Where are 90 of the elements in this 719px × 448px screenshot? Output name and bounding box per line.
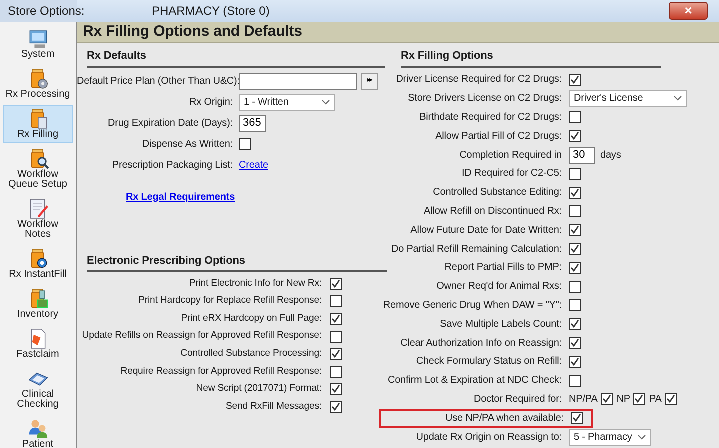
checkbox[interactable] (569, 318, 581, 330)
checkbox-label: Allow Future Date for Date Written: (410, 224, 563, 238)
section-title: Electronic Prescribing Options (87, 252, 387, 272)
checkbox[interactable] (330, 366, 342, 378)
field-label: Rx Origin: (188, 96, 234, 110)
dropdown[interactable]: 5 - Pharmacy (569, 428, 651, 446)
checkbox[interactable] (330, 348, 342, 360)
checkbox-label: Print Hardcopy for Replace Refill Response: (138, 294, 323, 308)
checkbox-label: Report Partial Fills to PMP: (444, 261, 563, 276)
checkbox[interactable] (330, 383, 342, 396)
checkbox[interactable] (569, 262, 581, 274)
text-field[interactable]: 30 (569, 146, 595, 164)
field-label: Prescription Packaging List: (111, 158, 234, 172)
checkbox-label: Controlled Substance Processing: (180, 346, 323, 361)
checkbox[interactable] (569, 205, 581, 218)
checkbox-label: New Script (2017071) Format: (195, 382, 323, 396)
field-suffix: days (600, 148, 622, 163)
sidebar-item[interactable]: Rx InstantFill (3, 245, 73, 283)
checkbox[interactable] (569, 224, 581, 236)
field-label: Completion Required in (458, 148, 563, 163)
dropdown[interactable]: 1 - Written (239, 94, 335, 110)
text-field[interactable]: 365 (239, 114, 266, 132)
checkbox-label: Allow Refill on Discontinued Rx: (423, 204, 563, 219)
checkbox-label: Clear Authorization Info on Reassign: (400, 336, 563, 351)
checkbox[interactable] (239, 138, 251, 150)
section-title: Rx Filling Options (401, 48, 661, 68)
field-label: Store Drivers License on C2 Drugs: (407, 92, 563, 106)
checkbox[interactable] (569, 299, 581, 312)
checkbox-label: Allow Partial Fill of C2 Drugs: (434, 130, 563, 144)
sidebar-item[interactable]: Workflow Queue Setup (3, 145, 73, 193)
checkbox-label: Confirm Lot & Expiration at NDC Check: (386, 374, 563, 388)
checkbox[interactable] (633, 393, 646, 406)
checkbox-label: Owner Req'd for Animal Rxs: (436, 280, 563, 294)
sidebar-item[interactable]: Patient (3, 415, 73, 448)
checkbox[interactable] (569, 186, 581, 199)
section-title: Rx Defaults (87, 48, 385, 68)
sidebar-item[interactable]: System (3, 25, 73, 63)
checkbox[interactable] (330, 400, 342, 413)
checkbox[interactable] (664, 393, 677, 406)
field-label: Dispense As Written: (141, 138, 234, 152)
checkbox[interactable] (569, 168, 581, 180)
option-label: NP/PA (569, 392, 598, 407)
text-field[interactable] (239, 72, 357, 90)
checkbox[interactable] (569, 130, 581, 142)
page-title: Rx Filling Options and Defaults (77, 22, 719, 43)
checkbox[interactable] (330, 330, 342, 343)
dropdown[interactable]: Driver's License (569, 90, 687, 108)
checkbox-label: Driver License Required for C2 Drugs: (395, 73, 563, 88)
checkbox-label: Do Partial Refill Remaining Calculation: (390, 242, 563, 257)
checkbox-label: Remove Generic Drug When DAW = "Y": (382, 298, 563, 313)
checkbox-label: Check Formulary Status on Refill: (415, 355, 563, 370)
checkbox[interactable] (569, 374, 581, 387)
checkbox[interactable] (330, 295, 342, 308)
checkbox[interactable] (330, 278, 342, 290)
store-name: PHARMACY (Store 0) (152, 3, 270, 20)
sidebar-item[interactable]: Fastclaim (3, 325, 73, 363)
field-label: Drug Expiration Date (Days): (106, 116, 234, 130)
sidebar-item[interactable]: Inventory (3, 285, 73, 323)
checkbox-label: Use NP/PA when available: (444, 412, 565, 426)
checkbox-label: Send RxFill Messages: (224, 400, 323, 414)
checkbox-label: Controlled Substance Editing: (432, 186, 563, 200)
checkbox[interactable] (330, 312, 342, 325)
legal-link[interactable]: Rx Legal Requirements (126, 190, 236, 204)
checkbox[interactable] (569, 243, 581, 256)
sidebar-item[interactable]: Clinical Checking (3, 365, 73, 413)
field-label: Default Price Plan (Other Than U&C): (77, 74, 239, 88)
checkbox[interactable] (569, 337, 581, 350)
checkbox-label: Save Multiple Labels Count: (439, 318, 563, 332)
option-label: NP (616, 392, 630, 407)
field-label: Update Rx Origin on Reassign to: (415, 430, 563, 445)
option-label: PA (649, 392, 662, 407)
people-icon (26, 418, 50, 440)
checkbox-label: Print eRX Hardcopy on Full Page: (180, 312, 323, 326)
sidebar-item[interactable]: Workflow Notes (3, 195, 73, 243)
sidebar-item[interactable]: Rx Filling (3, 105, 73, 143)
checkbox[interactable] (569, 74, 581, 86)
checkbox-label: ID Required for C2-C5: (460, 167, 563, 182)
checkbox[interactable] (569, 111, 581, 124)
checkbox[interactable] (600, 393, 613, 406)
window-title: Store Options: (8, 3, 85, 20)
sidebar-item[interactable]: Rx Processing (3, 65, 73, 103)
field-label: Doctor Required for: (472, 392, 563, 407)
checkbox-label: Print Electronic Info for New Rx: (188, 276, 323, 291)
checkbox[interactable] (571, 412, 583, 424)
checkbox-label: Require Reassign for Approved Refill Response: (120, 364, 323, 379)
checkbox[interactable] (569, 356, 581, 368)
checkbox-label: Birthdate Required for C2 Drugs: (418, 110, 563, 125)
create-link[interactable]: Create (239, 158, 268, 172)
checkbox[interactable] (569, 280, 581, 293)
checkbox-label: Update Refills on Reassign for Approved Refill Response: (81, 329, 323, 344)
